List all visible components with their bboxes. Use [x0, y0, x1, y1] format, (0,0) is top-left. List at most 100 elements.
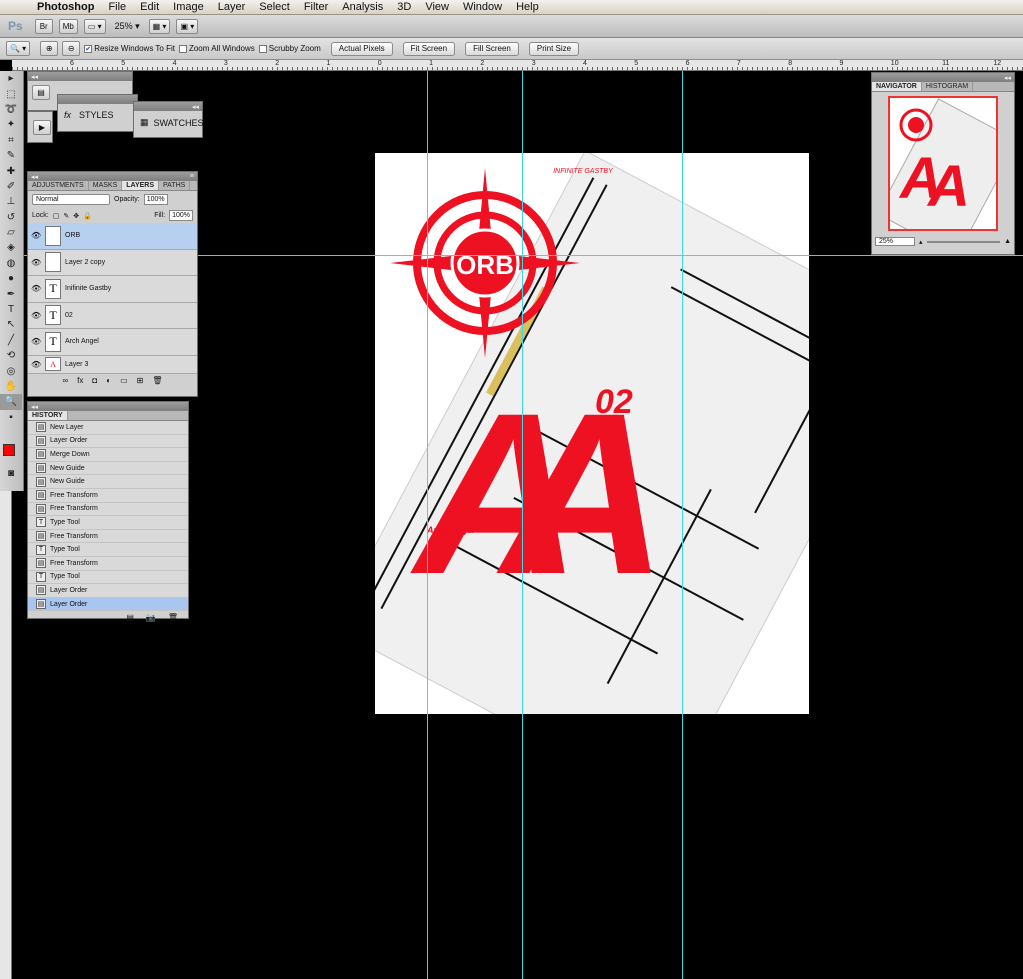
guide-vertical[interactable]: [682, 71, 683, 979]
menu-layer[interactable]: Layer: [211, 1, 253, 13]
3d-rotate-tool-icon[interactable]: ⟲: [0, 348, 22, 363]
resize-windows-checkbox[interactable]: ✔ Resize Windows To Fit: [84, 44, 175, 53]
zoom-level-select[interactable]: 25% ▾: [112, 19, 143, 34]
styles-panel-button[interactable]: fx STYLES: [57, 94, 138, 132]
scrubby-zoom-checkbox[interactable]: Scrubby Zoom: [258, 44, 321, 53]
menu-filter[interactable]: Filter: [297, 1, 335, 13]
fill-screen-button[interactable]: Fill Screen: [465, 41, 519, 56]
marquee-tool-icon[interactable]: ⬚: [0, 86, 22, 101]
new-layer-icon[interactable]: ⊞: [137, 376, 144, 385]
crop-tool-icon[interactable]: ⌗: [0, 133, 22, 148]
hand-tool-icon[interactable]: ✋: [0, 379, 22, 394]
zoom-out-icon[interactable]: ⊖: [62, 41, 81, 56]
healing-brush-tool-icon[interactable]: ✚: [0, 163, 22, 178]
actual-pixels-button[interactable]: Actual Pixels: [330, 41, 393, 56]
panel-menu-icon[interactable]: ≡: [190, 173, 194, 180]
lock-position-icon[interactable]: ✥: [73, 212, 79, 220]
screen-mode-button[interactable]: ▭ ▾: [83, 18, 106, 34]
history-item[interactable]: ▤ Free Transform: [28, 556, 188, 571]
paint-bucket-tool-icon[interactable]: ◈: [0, 240, 22, 255]
visibility-eye-icon[interactable]: 👁: [31, 284, 41, 293]
guide-vertical[interactable]: [427, 71, 428, 979]
menu-window[interactable]: Window: [456, 1, 509, 13]
guide-vertical[interactable]: [522, 71, 523, 979]
new-document-icon[interactable]: ▤: [126, 613, 134, 622]
adjustment-layer-icon[interactable]: ◐: [106, 376, 111, 385]
visibility-eye-icon[interactable]: 👁: [31, 311, 41, 320]
visibility-eye-icon[interactable]: 👁: [31, 231, 41, 240]
add-mask-icon[interactable]: ◘: [92, 376, 97, 385]
swatches-panel-button[interactable]: ◂◂ ▦ SWATCHES: [133, 101, 204, 138]
navigator-zoom-input[interactable]: 25%: [875, 237, 915, 246]
horizontal-ruler[interactable]: 6 5 4 3 2 1 0 1 2 3 4 5 6 7 8 9 10 11 12: [12, 60, 1023, 71]
history-item[interactable]: ▤ Free Transform: [28, 488, 188, 503]
history-item[interactable]: ▤ Free Transform: [28, 529, 188, 544]
tab-masks[interactable]: MASKS: [89, 181, 123, 190]
navigator-preview[interactable]: A A: [888, 96, 998, 231]
zoom-tool-icon[interactable]: 🔍: [0, 394, 22, 410]
menu-view[interactable]: View: [418, 1, 456, 13]
menu-analysis[interactable]: Analysis: [335, 1, 390, 13]
history-item[interactable]: ▤ Merge Down: [28, 448, 188, 462]
eraser-tool-icon[interactable]: ▱: [0, 225, 22, 240]
blur-tool-icon[interactable]: ◍: [0, 256, 22, 271]
menu-image[interactable]: Image: [166, 1, 211, 13]
history-item[interactable]: ▤ Layer Order: [28, 434, 188, 449]
layer-row-02[interactable]: 👁 T 02: [28, 302, 197, 329]
mini-bridge-button[interactable]: Mb: [58, 18, 78, 34]
lock-all-icon[interactable]: 🔒: [83, 212, 92, 220]
visibility-eye-icon[interactable]: 👁: [31, 258, 41, 267]
arrange-documents-button[interactable]: ▦ ▾: [148, 18, 171, 34]
history-item[interactable]: ▤ Free Transform: [28, 502, 188, 517]
history-item[interactable]: T Type Tool: [28, 570, 188, 585]
tab-adjustments[interactable]: ADJUSTMENTS: [28, 181, 89, 190]
path-selection-tool-icon[interactable]: ↖: [0, 317, 22, 332]
layer-row-infinite-gastby[interactable]: 👁 T Inifinite Gastby: [28, 276, 197, 303]
blend-mode-select[interactable]: Normal: [32, 194, 110, 205]
history-item[interactable]: ▤ Layer Order: [28, 584, 188, 598]
type-tool-icon[interactable]: T: [0, 302, 22, 317]
history-brush-tool-icon[interactable]: ↺: [0, 210, 22, 225]
history-item[interactable]: T Type Tool: [28, 516, 188, 530]
menu-help[interactable]: Help: [509, 1, 546, 13]
layer-row-layer-3[interactable]: 👁 A Layer 3: [28, 355, 197, 374]
history-item[interactable]: ▤ New Guide: [28, 475, 188, 489]
move-tool-icon[interactable]: ▸: [0, 71, 22, 86]
default-colors-icon[interactable]: ▪: [0, 410, 22, 425]
menu-select[interactable]: Select: [252, 1, 297, 13]
visibility-eye-icon[interactable]: 👁: [31, 360, 41, 369]
3d-orbit-tool-icon[interactable]: ◎: [0, 363, 22, 378]
zoom-in-large-icon[interactable]: ▲: [1004, 238, 1011, 245]
zoom-out-small-icon[interactable]: ▴: [919, 238, 923, 246]
foreground-color-swatch[interactable]: [3, 444, 15, 456]
link-layers-icon[interactable]: ∞: [62, 376, 68, 385]
quick-mask-icon[interactable]: ◙: [0, 466, 22, 481]
new-group-icon[interactable]: ▭: [120, 376, 128, 385]
checkbox-icon[interactable]: [178, 44, 187, 53]
quick-select-tool-icon[interactable]: ✦: [0, 117, 22, 132]
menu-photoshop[interactable]: Photoshop: [30, 1, 101, 13]
tab-navigator[interactable]: NAVIGATOR: [872, 82, 922, 91]
history-panel-icon[interactable]: ▤: [32, 85, 50, 100]
menu-3d[interactable]: 3D: [390, 1, 418, 13]
dodge-tool-icon[interactable]: ●: [0, 271, 22, 286]
tab-layers[interactable]: LAYERS: [122, 181, 160, 190]
fill-input[interactable]: 100%: [169, 210, 193, 221]
history-item[interactable]: ▤ New Guide: [28, 461, 188, 476]
layer-row-arch-angel[interactable]: 👁 T Arch Angel: [28, 329, 197, 356]
history-item-current[interactable]: ▤ Layer Order: [28, 597, 188, 612]
clone-stamp-tool-icon[interactable]: ⊥: [0, 194, 22, 209]
checkbox-checked-icon[interactable]: ✔: [84, 44, 93, 53]
actions-panel-icon[interactable]: ▶: [33, 120, 51, 135]
layer-row-orb[interactable]: 👁 ORB: [28, 223, 197, 250]
tab-histogram[interactable]: HISTOGRAM: [922, 82, 974, 91]
layer-row-layer-2-copy[interactable]: 👁 Layer 2 copy: [28, 249, 197, 276]
zoom-all-windows-checkbox[interactable]: Zoom All Windows: [178, 44, 255, 53]
history-item[interactable]: ▤ New Layer: [28, 421, 188, 435]
document-canvas[interactable]: INFINITE GASTBY ORB 02 AA Arch Angel: [375, 153, 809, 714]
lock-image-icon[interactable]: ✎: [63, 212, 69, 220]
history-item[interactable]: T Type Tool: [28, 543, 188, 557]
print-size-button[interactable]: Print Size: [528, 41, 580, 56]
snapshot-icon[interactable]: 📷: [146, 613, 156, 622]
screen-mode-menu-button[interactable]: ▣ ▾: [176, 18, 199, 34]
